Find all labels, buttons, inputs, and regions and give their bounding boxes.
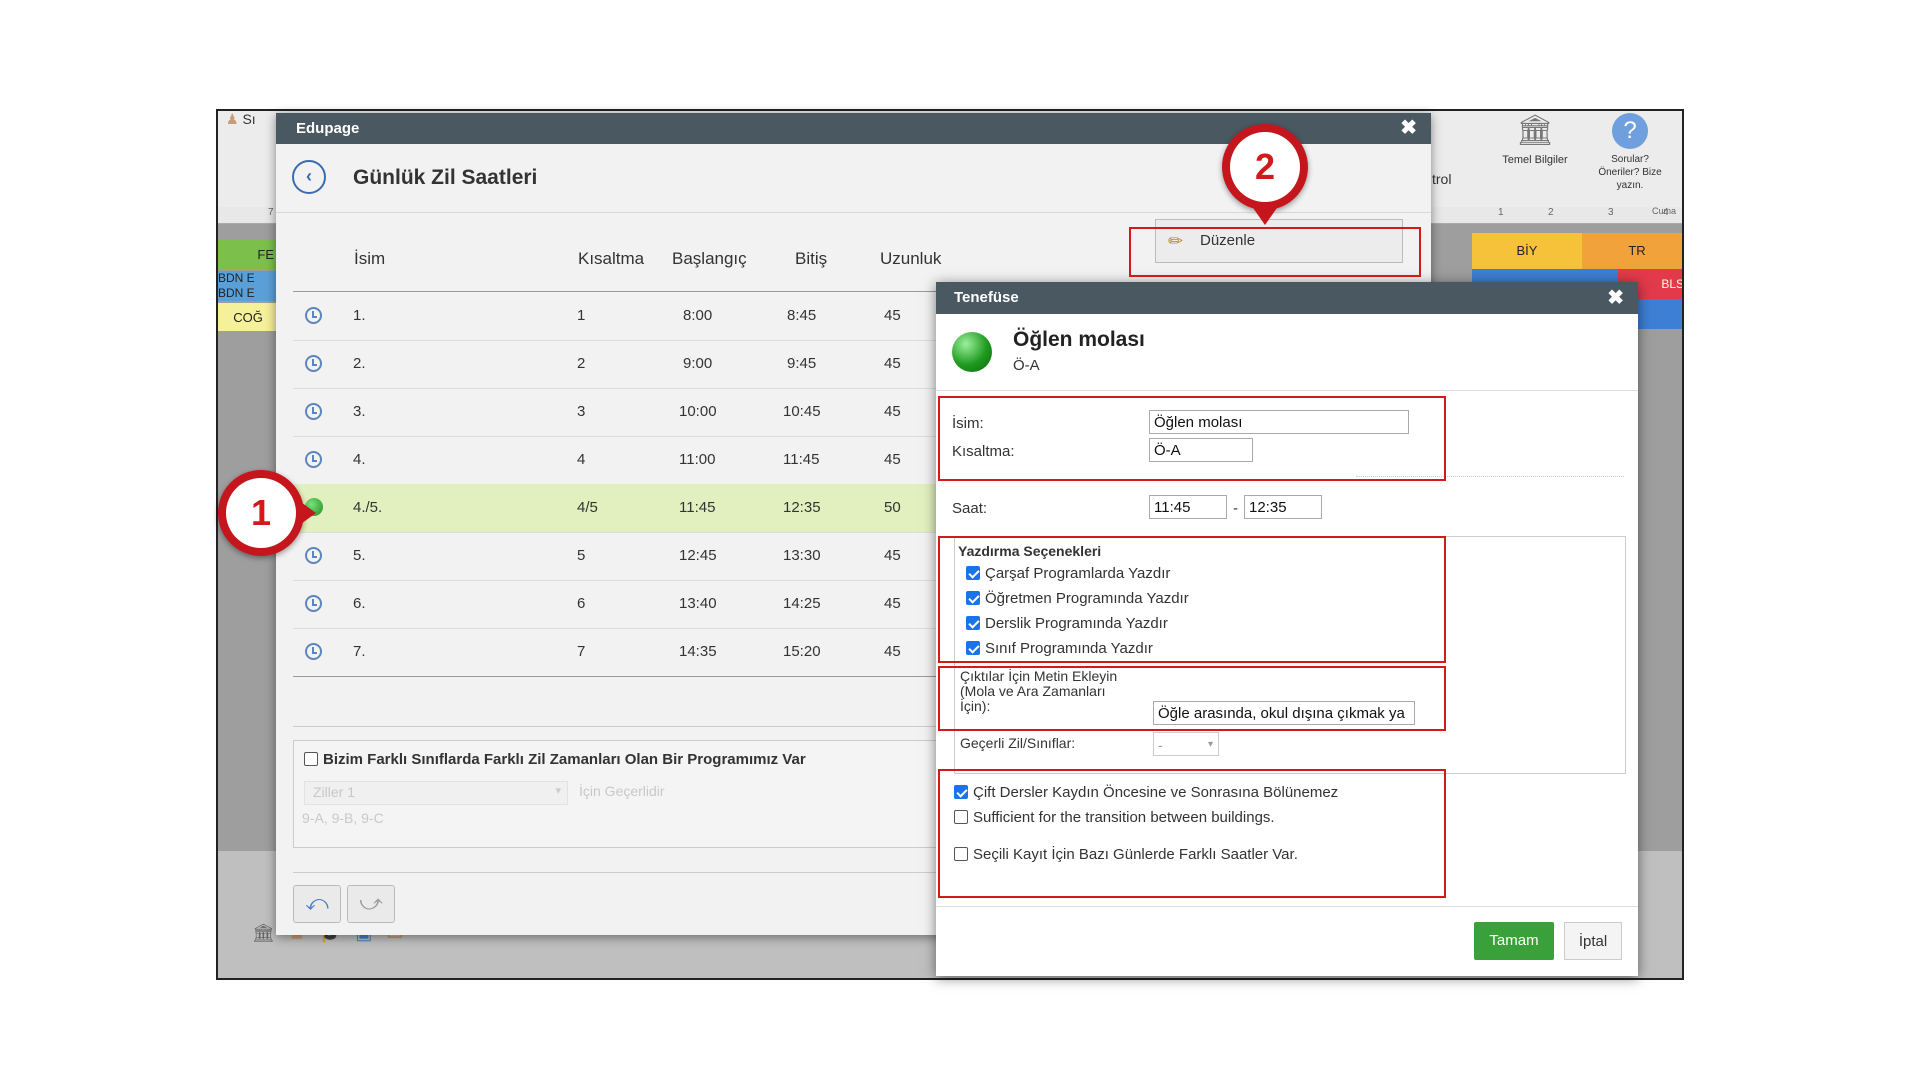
background-tool-partial[interactable]: ♟ Sı xyxy=(226,111,256,128)
table-row[interactable]: 7. 7 14:35 15:20 45 xyxy=(293,628,953,676)
bg-cell[interactable]: BİY xyxy=(1472,233,1582,269)
table-row[interactable]: 6. 6 13:40 14:25 45 xyxy=(293,580,953,629)
dialog-title: Edupage xyxy=(296,120,360,137)
column-header-start[interactable]: Başlangıç xyxy=(672,249,747,269)
clock-icon xyxy=(305,355,322,372)
valid-bells-select[interactable]: - ▾ xyxy=(1153,732,1219,756)
chevron-down-icon: ▾ xyxy=(1207,739,1213,750)
close-icon[interactable]: ✖ xyxy=(1400,113,1417,144)
table-row[interactable]: 4. 4 11:00 11:45 45 xyxy=(293,436,953,485)
bg-cell[interactable]: FE xyxy=(218,240,278,270)
bg-cell[interactable]: TR xyxy=(1582,233,1682,269)
annotation-box-edit xyxy=(1129,227,1421,277)
clock-icon xyxy=(305,643,322,660)
redo-icon: ⤻ xyxy=(359,890,383,915)
clock-icon xyxy=(305,403,322,420)
table-row-selected[interactable]: 4./5. 4/5 11:45 12:35 50 xyxy=(293,484,953,533)
bg-cell[interactable]: BDN E xyxy=(218,286,278,301)
start-time-input[interactable]: 11:45 xyxy=(1149,495,1227,519)
valid-bells-label: Geçerli Zil/Sınıflar: xyxy=(960,735,1076,751)
annotation-box-options xyxy=(938,769,1446,898)
break-dialog-titlebar: Tenefüse ✖ xyxy=(936,282,1638,314)
bank-icon: 🏛 xyxy=(1515,114,1555,147)
close-icon[interactable]: ✖ xyxy=(1607,282,1624,314)
clock-icon xyxy=(305,307,322,324)
column-header-name[interactable]: İsim xyxy=(354,249,385,269)
column-header-length[interactable]: Uzunluk xyxy=(880,249,941,269)
different-bells-checkbox[interactable]: Bizim Farklı Sınıflarda Farklı Zil Zaman… xyxy=(304,751,806,768)
break-abbr-subheading: Ö-A xyxy=(1013,357,1040,374)
background-tool-control[interactable]: trol xyxy=(1432,171,1451,187)
break-dialog-title: Tenefüse xyxy=(954,289,1019,306)
redo-button[interactable]: ⤻ xyxy=(347,885,395,923)
green-ball-icon xyxy=(952,332,992,372)
annotation-box-output xyxy=(938,666,1446,731)
divider xyxy=(293,726,953,727)
bank-icon[interactable]: 🏛 xyxy=(252,923,275,943)
chevron-down-icon: ▾ xyxy=(555,785,561,797)
step-marker-2-pointer xyxy=(1251,205,1279,225)
feedback-button[interactable]: ? Sorular? Öneriler? Bize yazın. xyxy=(1590,113,1670,192)
time-label: Saat: xyxy=(952,500,988,517)
cancel-button[interactable]: İptal xyxy=(1564,922,1622,960)
clock-icon xyxy=(305,595,322,612)
temel-bilgiler-button[interactable]: 🏛 Temel Bilgiler xyxy=(1490,113,1580,166)
annotation-box-print xyxy=(938,536,1446,663)
clock-icon xyxy=(305,547,322,564)
step-marker-1: 1 xyxy=(218,470,304,556)
annotation-box-name xyxy=(938,396,1446,481)
page-title: Günlük Zil Saatleri xyxy=(353,166,538,189)
step-marker-2: 2 xyxy=(1222,124,1308,210)
classes-label: 9-A, 9-B, 9-C xyxy=(302,810,384,826)
step-marker-1-pointer xyxy=(298,500,316,526)
clock-icon xyxy=(305,451,322,468)
feedback-label: Sorular? Öneriler? Bize yazın. xyxy=(1598,154,1662,191)
user-icon: ♟ xyxy=(226,111,239,127)
back-clock-icon[interactable]: ‹ xyxy=(292,160,326,194)
undo-icon: ⤺ xyxy=(305,890,329,915)
table-bottom-divider xyxy=(293,676,953,677)
column-header-short[interactable]: Kısaltma xyxy=(578,249,644,269)
end-time-input[interactable]: 12:35 xyxy=(1244,495,1322,519)
divider xyxy=(936,390,1638,391)
undo-button[interactable]: ⤺ xyxy=(293,885,341,923)
question-icon: ? xyxy=(1612,113,1648,149)
temel-bilgiler-label: Temel Bilgiler xyxy=(1502,154,1568,166)
ok-button[interactable]: Tamam xyxy=(1474,922,1554,960)
table-row[interactable]: 2. 2 9:00 9:45 45 xyxy=(293,340,953,389)
time-separator: - xyxy=(1233,500,1238,517)
bells-select: Ziller 1 ▾ xyxy=(304,781,568,805)
table-row[interactable]: 5. 5 12:45 13:30 45 xyxy=(293,532,953,581)
valid-for-label: İçin Geçerlidir xyxy=(579,783,665,799)
break-name-heading: Öğlen molası xyxy=(1013,328,1145,351)
bg-cell[interactable]: COĞ xyxy=(218,303,278,331)
checkbox-icon[interactable] xyxy=(304,752,318,766)
divider xyxy=(936,906,1638,907)
table-row[interactable]: 1. 1 8:00 8:45 45 xyxy=(293,292,953,341)
table-row[interactable]: 3. 3 10:00 10:45 45 xyxy=(293,388,953,437)
bg-cell[interactable]: BDN E xyxy=(218,271,278,286)
column-header-end[interactable]: Bitiş xyxy=(795,249,827,269)
different-bells-panel: Bizim Farklı Sınıflarda Farklı Zil Zaman… xyxy=(293,740,973,848)
